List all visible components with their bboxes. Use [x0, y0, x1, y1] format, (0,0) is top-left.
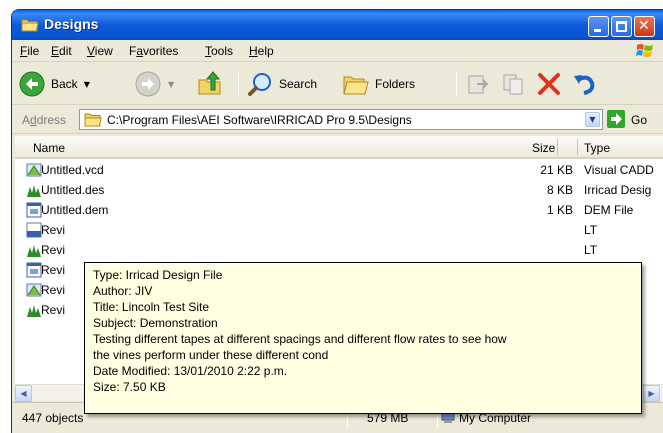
forward-dropdown-icon[interactable]: ▼	[168, 80, 174, 89]
file-name: Untitled.des	[41, 183, 105, 197]
minimize-button[interactable]	[588, 16, 609, 37]
back-dropdown-icon[interactable]: ▼	[84, 80, 90, 89]
column-divider[interactable]	[557, 139, 558, 155]
column-header-type[interactable]: Type	[584, 141, 610, 155]
window-title: Designs	[44, 16, 99, 32]
toolbar-separator	[238, 71, 239, 97]
des-icon	[26, 182, 42, 198]
up-folder-button[interactable]	[196, 68, 224, 100]
menu-help[interactable]: Help	[249, 44, 274, 58]
file-row[interactable]: Untitled.des 8 KB Irricad Desig	[15, 180, 663, 200]
tooltip-title: Title: Lincoln Test Site	[93, 300, 210, 314]
dxf-icon	[26, 222, 42, 238]
column-header-name[interactable]: Name	[33, 141, 65, 155]
go-arrow-icon	[611, 113, 622, 125]
file-row[interactable]: Untitled.vcd 21 KB Visual CADD	[15, 160, 663, 180]
close-button[interactable]: ✕	[634, 16, 655, 37]
file-info-tooltip: Type: Irricad Design File Author: JIV Ti…	[84, 262, 642, 414]
back-button[interactable]: Back ▼	[18, 68, 90, 100]
des-icon	[26, 242, 42, 258]
move-to-button[interactable]	[465, 68, 491, 100]
status-object-count: 447 objects	[22, 411, 84, 425]
file-size: 21 KB	[540, 163, 573, 177]
tooltip-author: Author: JIV	[93, 284, 153, 298]
forward-button[interactable]: ▼	[134, 68, 174, 100]
folder-icon	[21, 19, 39, 32]
file-size: 8 KB	[546, 183, 573, 197]
undo-icon	[574, 75, 595, 95]
vcd-icon	[26, 162, 42, 178]
vcd-icon	[26, 282, 42, 298]
des-icon	[26, 302, 42, 318]
column-header-size[interactable]: Size	[532, 141, 555, 155]
tooltip-comment: Testing different tapes at different spa…	[93, 332, 507, 346]
maximize-button[interactable]	[611, 16, 632, 37]
go-button[interactable]	[607, 110, 625, 128]
file-name: Revi	[41, 303, 66, 317]
file-type: Irricad Desig	[584, 183, 652, 197]
address-dropdown-icon[interactable]: ▼	[585, 112, 600, 127]
tooltip-date-modified: Date Modified: 13/01/2010 2:22 p.m.	[93, 364, 288, 378]
copy-to-icon	[503, 74, 523, 95]
menu-view[interactable]: View	[87, 44, 113, 58]
file-name: Revi	[41, 223, 66, 237]
back-arrow-icon	[19, 71, 45, 97]
search-icon	[248, 73, 271, 96]
address-path: C:\Program Files\AEI Software\IRRICAD Pr…	[107, 113, 412, 127]
address-bar: Address C:\Program Files\AEI Software\IR…	[12, 106, 663, 134]
minimize-icon	[594, 29, 601, 32]
dem-icon	[26, 262, 42, 278]
column-divider[interactable]	[577, 139, 578, 155]
file-row[interactable]: Revi LT	[15, 220, 663, 240]
file-name: Revi	[41, 243, 66, 257]
folder-icon	[84, 113, 102, 127]
menu-tools[interactable]: Tools	[205, 44, 233, 58]
standard-toolbar: Back ▼ ▼ Search Folders	[12, 63, 663, 105]
menu-favorites[interactable]: Favorites	[129, 44, 178, 58]
windows-logo-icon	[636, 44, 653, 57]
delete-button[interactable]	[536, 68, 562, 100]
close-icon: ✕	[638, 18, 650, 34]
address-input[interactable]: C:\Program Files\AEI Software\IRRICAD Pr…	[79, 109, 603, 130]
file-row[interactable]: Untitled.dem 1 KB DEM File	[15, 200, 663, 220]
up-folder-icon	[198, 71, 221, 95]
undo-button[interactable]	[572, 68, 598, 100]
scroll-right-button[interactable]: ▶	[643, 385, 660, 402]
tooltip-size: Size: 7.50 KB	[93, 380, 166, 394]
folders-icon	[343, 76, 369, 95]
maximize-icon	[616, 21, 627, 32]
delete-icon	[538, 73, 560, 95]
file-type: Visual CADD	[584, 163, 654, 177]
menu-file[interactable]: File	[20, 44, 39, 58]
file-name: Untitled.vcd	[41, 163, 104, 177]
file-name: Untitled.dem	[41, 203, 109, 217]
scroll-left-button[interactable]: ◀	[15, 385, 32, 402]
folders-button[interactable]: Folders	[342, 68, 415, 100]
address-label: Address	[22, 113, 67, 127]
file-name: Revi	[41, 263, 66, 277]
file-name: Revi	[41, 283, 66, 297]
go-label[interactable]: Go	[631, 113, 647, 127]
file-type: LT	[584, 243, 598, 257]
file-type: DEM File	[584, 203, 634, 217]
menu-bar: File Edit View Favorites Tools Help	[12, 40, 663, 62]
search-button[interactable]: Search	[248, 68, 317, 100]
tooltip-subject: Subject: Demonstration	[93, 316, 218, 330]
file-type: LT	[584, 223, 598, 237]
title-bar[interactable]: Designs ✕	[12, 10, 663, 40]
move-to-icon	[468, 75, 489, 94]
file-size: 1 KB	[546, 203, 573, 217]
screen: Designs ✕ File Edit View Favorites Tools…	[0, 0, 663, 433]
copy-to-button[interactable]	[501, 68, 527, 100]
tooltip-type: Type: Irricad Design File	[93, 268, 223, 282]
forward-arrow-icon	[135, 71, 161, 97]
toolbar-separator	[456, 71, 457, 97]
column-header-row: Name Size Type	[15, 136, 663, 159]
dem-icon	[26, 202, 42, 218]
file-row[interactable]: Revi LT	[15, 240, 663, 260]
tooltip-comment-cont: the vines perform under these different …	[93, 348, 329, 362]
menu-edit[interactable]: Edit	[51, 44, 72, 58]
